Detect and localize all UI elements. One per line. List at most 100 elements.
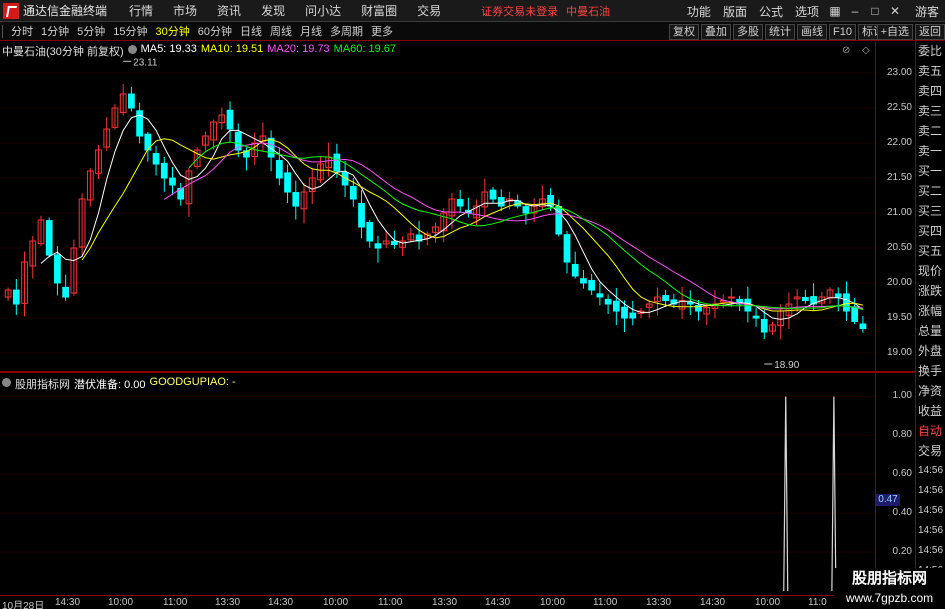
add-watchlist-button[interactable]: +自选 [876,23,913,40]
toolbar-divider [2,24,3,38]
indicator-value-label: 潜伏准备: 0.00 [74,379,146,391]
price-tick-label: 19.00 [886,347,912,358]
menu-formula[interactable]: 公式 [759,3,783,20]
indicator-tick-label: 0.20 [892,546,912,558]
indicator-chart[interactable] [0,373,875,595]
candle-body [169,177,176,186]
quote-field-label: 卖四 [918,84,943,98]
maximize-icon[interactable]: □ [867,3,883,19]
quote-field-label: 总量 [918,324,943,338]
candle-body [580,278,587,284]
menu-quotes[interactable]: 行情 [129,2,153,19]
watermark-title: 股朋指标网 [851,570,927,587]
candle-body [596,293,604,298]
back-button[interactable]: 返回 [915,23,945,40]
candle-body [489,189,497,200]
period-fenshi[interactable]: 分时 [11,23,33,39]
candle-body [497,196,505,207]
candle-body [629,312,637,319]
period-more[interactable]: 更多 [371,23,393,39]
candle-body [128,93,135,109]
quote-field-label: 外盘 [918,344,943,358]
f10-button[interactable]: F10 [829,23,856,40]
indicator-tick-label: 0.60 [892,468,912,480]
draw-line-button[interactable]: 画线 [797,23,828,40]
login-alert[interactable]: 证券交易未登录 [481,3,558,19]
user-guest[interactable]: 游客 [915,3,939,20]
chart-collapse-icon[interactable]: ◇ [862,45,870,56]
chart-settings-icon[interactable]: ⊘ [842,45,850,56]
menu-news[interactable]: 资讯 [217,2,241,19]
candle-body [333,153,341,172]
tick-time: 14:56 [918,505,944,516]
indicator-spike [783,396,789,592]
menu-market[interactable]: 市场 [173,2,197,19]
period-30min[interactable]: 30分钟 [156,23,190,39]
trade-button[interactable]: 交易 [916,441,945,461]
price-tick-label: 22.50 [886,102,912,113]
period-multi[interactable]: 多周期 [330,23,363,39]
indicator-settings-icon[interactable] [2,378,11,387]
candle-body [226,109,234,130]
candle-body [54,254,61,284]
candle-body [859,323,867,329]
low-price-annotation-label: 18.90 [774,360,799,371]
menu-layout[interactable]: 版面 [723,3,747,20]
legend-ma60: MA60: 19.67 [333,43,397,55]
adjust-button[interactable]: 复权 [669,23,700,40]
time-tick-label: 11:0 [808,597,827,608]
time-tick-label: 10:00 [108,597,134,608]
time-tick-label: 14:30 [485,597,511,608]
tick-time: 14:56 [918,485,944,496]
menu-function[interactable]: 功能 [687,3,711,20]
price-tick-label: 23.00 [886,67,912,78]
skin-icon[interactable]: ▦ [827,3,843,19]
candle-body [45,220,53,256]
ma60-line [188,141,864,310]
time-tick-label: 10:00 [323,597,349,608]
overlay-button[interactable]: 叠加 [701,23,732,40]
period-1min[interactable]: 1分钟 [41,23,69,39]
quote-field-label: 现价 [918,264,943,278]
period-daily[interactable]: 日线 [240,23,262,39]
quote-field-label: 买四 [918,224,943,238]
menu-discover[interactable]: 发现 [261,2,285,19]
period-5min[interactable]: 5分钟 [77,23,105,39]
indicator-tick-label: 0.40 [892,507,912,519]
price-tick-label: 21.50 [886,172,912,183]
current-stock-name: 中曼石油 [566,5,611,18]
indicator-current-marker: 0.47 [876,493,900,506]
period-weekly[interactable]: 周线 [270,23,292,39]
candle-body [374,243,382,249]
indicator-title: 股朋指标网 [15,379,70,391]
candle-body [834,293,842,298]
tick-time: 14:56 [918,545,944,556]
chart-title: 中曼石油(30分钟 前复权) [2,46,124,58]
time-tick-label: 13:30 [646,597,672,608]
settings-circle-icon[interactable] [127,45,137,54]
menu-options[interactable]: 选项 [795,3,819,20]
indicator-spike [831,396,837,592]
menu-trade[interactable]: 交易 [417,2,441,19]
menu-wealth[interactable]: 财富圈 [361,2,397,19]
multi-stock-button[interactable]: 多股 [733,23,764,40]
candle-body [292,192,300,207]
period-15min[interactable]: 15分钟 [113,23,147,39]
menu-ask[interactable]: 问小达 [305,2,341,19]
candle-body [571,263,579,277]
candle-body [358,202,365,228]
close-icon[interactable]: ✕ [887,3,903,19]
candle-body [686,301,694,305]
kline-chart[interactable]: 23.1118.90⊘ ◇ [0,41,875,371]
period-monthly[interactable]: 月线 [300,23,322,39]
site-watermark: 股朋指标网 www.7gpzb.com [834,568,945,609]
indicator-goodgupiao: GOODGUPIAO: - [149,376,236,388]
period-60min[interactable]: 60分钟 [198,23,232,39]
auto-trade-button[interactable]: 自动 [916,421,945,441]
stats-button[interactable]: 统计 [765,23,796,40]
quote-field-label: 卖三 [918,104,943,118]
minimize-icon[interactable]: – [847,3,863,19]
candle-body [366,222,374,242]
quote-field-label: 卖五 [918,64,943,78]
price-tick-label: 21.00 [886,207,912,218]
